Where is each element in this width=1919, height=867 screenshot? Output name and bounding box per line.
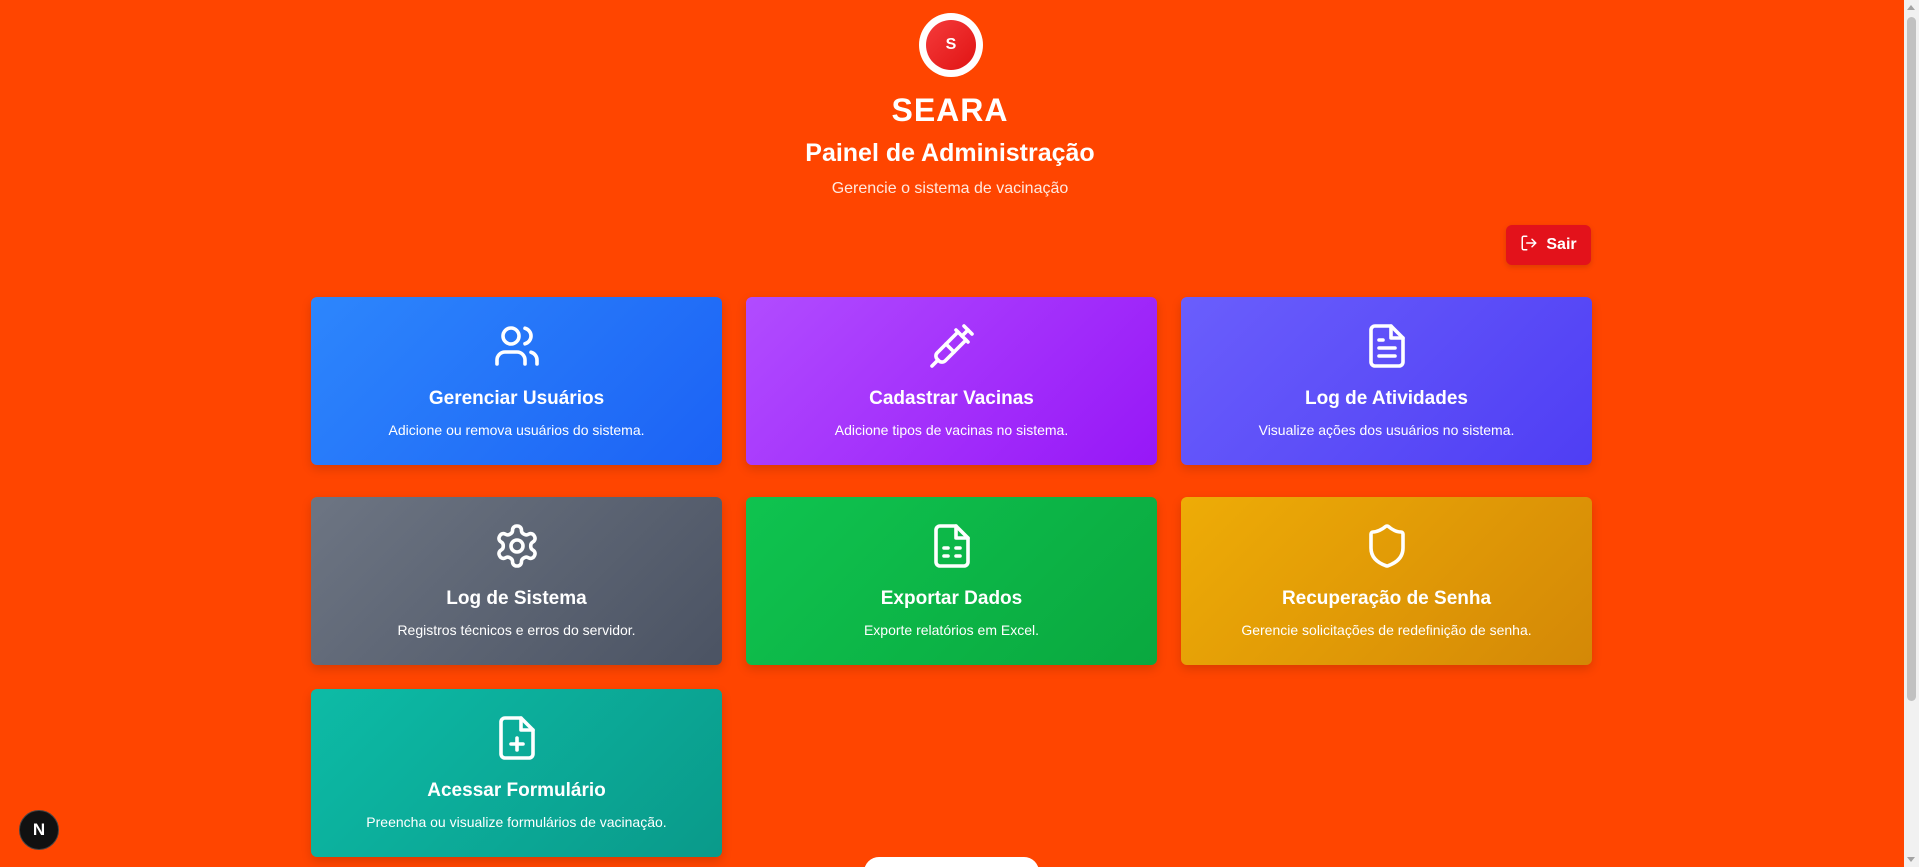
card-password-recovery[interactable]: Recuperação de Senha Gerencie solicitaçõ… [1181, 497, 1592, 665]
card-description: Visualize ações dos usuários no sistema. [1258, 422, 1515, 438]
card-title: Exportar Dados [880, 588, 1023, 609]
logo: S [919, 13, 983, 77]
file-text-icon [1363, 322, 1411, 370]
card-title: Recuperação de Senha [1281, 588, 1492, 609]
card-description: Exporte relatórios em Excel. [863, 622, 1040, 638]
users-icon [493, 322, 541, 370]
card-title: Acessar Formulário [427, 780, 606, 801]
card-description: Adicione ou remova usuários do sistema. [388, 422, 645, 438]
card-description: Gerencie solicitações de redefinição de … [1241, 622, 1532, 638]
card-title: Cadastrar Vacinas [869, 388, 1034, 409]
card-description: Adicione tipos de vacinas no sistema. [834, 422, 1069, 438]
scrollbar-thumb[interactable] [1907, 17, 1916, 701]
card-title: Log de Atividades [1305, 388, 1468, 409]
scroll-down-arrow-icon[interactable] [1907, 857, 1915, 862]
card-register-vaccines[interactable]: Cadastrar Vacinas Adicione tipos de vaci… [746, 297, 1157, 465]
brand-name: SEARA [891, 92, 1009, 128]
card-export-data[interactable]: Exportar Dados Exporte relatórios em Exc… [746, 497, 1157, 665]
bottom-button-partial[interactable] [864, 857, 1039, 867]
logout-label: Sair [1546, 236, 1577, 253]
card-description: Preencha ou visualize formulários de vac… [366, 814, 667, 830]
scroll-up-arrow-icon[interactable] [1907, 5, 1915, 10]
card-description: Registros técnicos e erros do servidor. [397, 622, 636, 638]
card-title: Gerenciar Usuários [428, 388, 605, 409]
gear-icon [493, 522, 541, 570]
card-title: Log de Sistema [446, 588, 587, 609]
logout-button[interactable]: Sair [1506, 225, 1591, 265]
page-title: Painel de Administração [805, 139, 1095, 167]
shield-icon [1363, 522, 1411, 570]
dev-tools-badge[interactable]: N [19, 810, 59, 850]
page-subtitle: Gerencie o sistema de vacinação [831, 180, 1069, 197]
card-system-log[interactable]: Log de Sistema Registros técnicos e erro… [311, 497, 722, 665]
card-activity-log[interactable]: Log de Atividades Visualize ações dos us… [1181, 297, 1592, 465]
file-plus-icon [493, 714, 541, 762]
syringe-icon [928, 322, 976, 370]
card-access-form[interactable]: Acessar Formulário Preencha ou visualize… [311, 689, 722, 857]
admin-dashboard-page: S SEARA Painel de Administração Gerencie… [0, 0, 1919, 867]
vertical-scrollbar[interactable] [1904, 0, 1919, 867]
file-spreadsheet-icon [928, 522, 976, 570]
logo-letter: S [926, 20, 976, 70]
card-manage-users[interactable]: Gerenciar Usuários Adicione ou remova us… [311, 297, 722, 465]
log-out-icon [1520, 234, 1538, 257]
